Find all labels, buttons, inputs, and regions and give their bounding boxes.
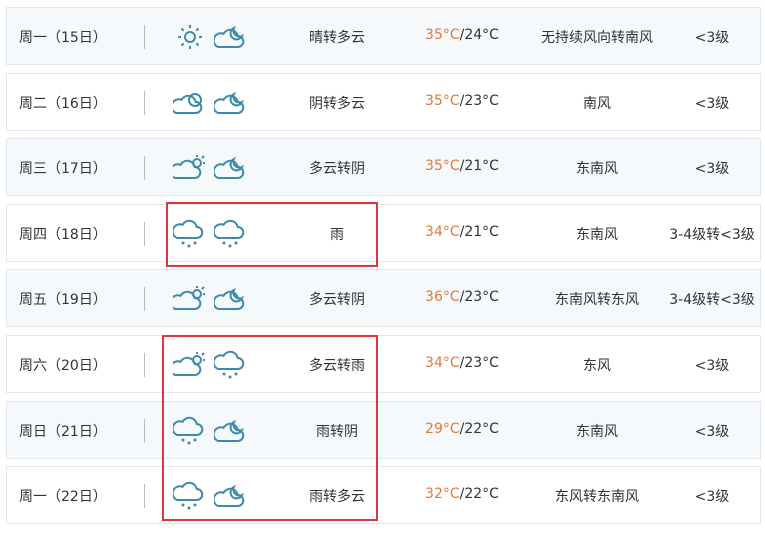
cloud-moon-icon [214,157,245,180]
cloud-sun-icon [173,155,205,180]
low-temp: /23°C [459,355,499,371]
day-label: 周一（15日） [19,30,107,46]
high-temp: 32°C [425,486,460,503]
wind-level: <3级 [694,358,730,374]
forecast-row: 周五（19日） 多云转阴 36°C/23°C 东南风转东风 3-4级转<3级 [6,269,761,328]
day-label: 周五（19日） [19,292,107,309]
sun-icon [178,25,202,49]
wind-direction: 东南风 [576,423,618,440]
weather-text: 多云转阴 [309,161,365,178]
divider [144,156,145,181]
low-temp: /23°C [459,92,499,109]
low-temp: /23°C [459,289,499,306]
high-temp: 36°C [425,289,460,306]
wind-level: <3级 [694,30,730,46]
wind-level: 3-4级转<3级 [669,226,755,243]
forecast-row: 周日（21日） 雨转阴 29°C/22°C 东南风 <3级 [6,400,761,459]
forecast-row: 周一（15日） 晴转多云 35°C/24°C 无持续风向转南风 <3级 [6,7,761,65]
day-label: 周日（21日） [19,423,107,440]
divider [144,221,145,246]
wind-level: <3级 [694,161,730,178]
wind-direction: 无持续风向转南风 [541,30,653,46]
forecast-row: 周三（17日） 多云转阴 35°C/21°C 东南风 <3级 [6,138,761,197]
wind-direction: 东南风转东风 [555,292,639,309]
cloud-moon-icon [214,91,245,114]
day-label: 周二（16日） [19,95,107,112]
cloud-moon-icon [214,288,245,311]
high-temp: 34°C [425,355,460,371]
low-temp: /22°C [459,420,499,437]
forecast-row: 周二（16日） 阴转多云 35°C/23°C 南风 <3级 [6,72,761,131]
divider [144,353,145,377]
highlight-box [166,202,378,267]
low-temp: /22°C [459,486,499,503]
forecast-row: 周四（18日） 雨 34°C/21°C 东南风 3-4级转<3级 [6,203,761,262]
high-temp: 35°C [425,27,460,43]
overcast-icon [173,92,203,114]
highlight-box [162,335,378,521]
divider [144,90,145,115]
day-label: 周四（18日） [19,226,107,243]
weather-text: 阴转多云 [309,95,365,112]
high-temp: 35°C [425,92,460,109]
wind-direction: 南风 [583,95,611,112]
low-temp: /21°C [459,158,499,175]
divider [144,418,145,443]
wind-direction: 东南风 [576,226,618,243]
low-temp: /21°C [459,223,499,240]
cloud-sun-icon [173,286,205,311]
wind-level: 3-4级转<3级 [669,292,755,309]
high-temp: 29°C [425,420,460,437]
wind-level: <3级 [694,423,730,440]
low-temp: /24°C [459,27,499,43]
weather-text: 多云转阴 [309,292,365,309]
wind-level: <3级 [694,95,730,112]
divider [144,287,145,312]
divider [144,484,145,509]
wind-direction: 东风 [583,358,611,374]
wind-direction: 东风转东南风 [555,489,639,506]
day-label: 周六（20日） [19,358,107,374]
forecast-row: 周一（22日） 雨转多云 32°C/22°C 东风转东南风 <3级 [6,466,761,525]
day-label: 周一（22日） [19,489,107,506]
wind-direction: 东南风 [576,161,618,178]
divider [144,25,145,49]
wind-level: <3级 [694,489,730,506]
high-temp: 35°C [425,158,460,175]
forecast-row: 周六（20日） 多云转雨 34°C/23°C 东风 <3级 [6,335,761,393]
day-label: 周三（17日） [19,161,107,178]
cloud-moon-icon [214,25,245,48]
high-temp: 34°C [425,223,460,240]
weather-text: 晴转多云 [309,30,365,46]
